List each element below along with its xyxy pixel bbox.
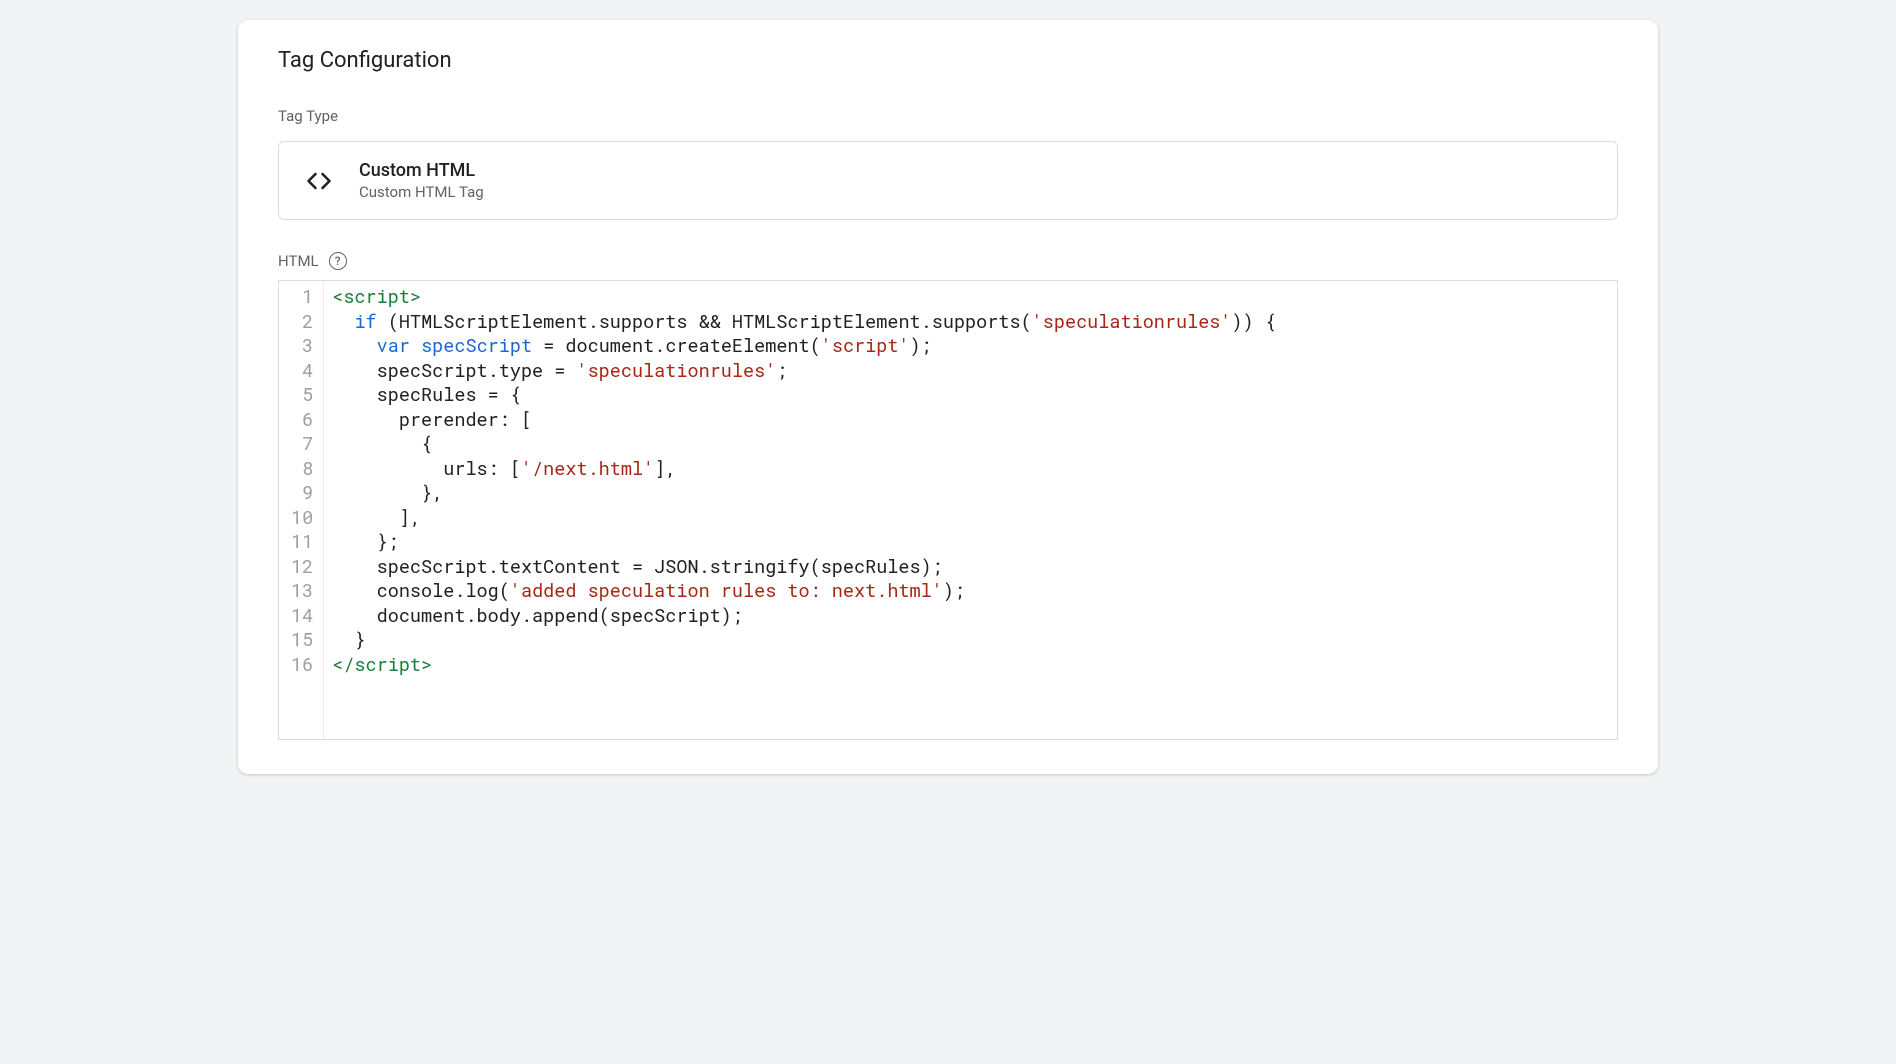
tag-configuration-card: Tag Configuration Tag Type Custom HTML C… bbox=[238, 20, 1658, 774]
line-number: 3 bbox=[291, 334, 317, 359]
code-line[interactable]: console.log('added speculation rules to:… bbox=[332, 579, 1609, 604]
code-line[interactable]: ], bbox=[332, 506, 1609, 531]
tag-type-subtitle: Custom HTML Tag bbox=[359, 183, 484, 201]
help-icon[interactable]: ? bbox=[329, 252, 347, 270]
code-line[interactable]: specScript.textContent = JSON.stringify(… bbox=[332, 555, 1609, 580]
tag-type-selector[interactable]: Custom HTML Custom HTML Tag bbox=[278, 141, 1618, 220]
html-code-editor[interactable]: 12345678910111213141516 <script> if (HTM… bbox=[278, 280, 1618, 740]
code-line[interactable]: { bbox=[332, 432, 1609, 457]
line-number: 14 bbox=[291, 604, 317, 629]
line-number: 13 bbox=[291, 579, 317, 604]
line-number: 6 bbox=[291, 408, 317, 433]
line-number: 5 bbox=[291, 383, 317, 408]
line-number: 1 bbox=[291, 285, 317, 310]
code-area[interactable]: <script> if (HTMLScriptElement.supports … bbox=[324, 281, 1617, 739]
line-number: 12 bbox=[291, 555, 317, 580]
line-number: 10 bbox=[291, 506, 317, 531]
code-line[interactable]: if (HTMLScriptElement.supports && HTMLSc… bbox=[332, 310, 1609, 335]
code-line[interactable]: <script> bbox=[332, 285, 1609, 310]
section-title: Tag Configuration bbox=[278, 48, 1618, 73]
tag-type-title: Custom HTML bbox=[359, 160, 484, 181]
line-number: 4 bbox=[291, 359, 317, 384]
line-number: 7 bbox=[291, 432, 317, 457]
line-number: 9 bbox=[291, 481, 317, 506]
line-number: 16 bbox=[291, 653, 317, 678]
html-field-label: HTML bbox=[278, 252, 319, 270]
code-line[interactable]: urls: ['/next.html'], bbox=[332, 457, 1609, 482]
code-line[interactable]: }; bbox=[332, 530, 1609, 555]
tag-type-label: Tag Type bbox=[278, 107, 1618, 125]
html-field-label-row: HTML ? bbox=[278, 252, 1618, 270]
code-line[interactable]: document.body.append(specScript); bbox=[332, 604, 1609, 629]
code-line[interactable]: } bbox=[332, 628, 1609, 653]
line-number: 2 bbox=[291, 310, 317, 335]
line-number: 11 bbox=[291, 530, 317, 555]
line-number: 15 bbox=[291, 628, 317, 653]
code-line[interactable]: var specScript = document.createElement(… bbox=[332, 334, 1609, 359]
code-line[interactable]: specRules = { bbox=[332, 383, 1609, 408]
code-line[interactable]: prerender: [ bbox=[332, 408, 1609, 433]
code-line[interactable]: }, bbox=[332, 481, 1609, 506]
code-gutter: 12345678910111213141516 bbox=[279, 281, 324, 739]
code-line[interactable]: </script> bbox=[332, 653, 1609, 678]
code-line[interactable]: specScript.type = 'speculationrules'; bbox=[332, 359, 1609, 384]
tag-type-text: Custom HTML Custom HTML Tag bbox=[359, 160, 484, 201]
code-brackets-icon bbox=[303, 165, 335, 197]
line-number: 8 bbox=[291, 457, 317, 482]
